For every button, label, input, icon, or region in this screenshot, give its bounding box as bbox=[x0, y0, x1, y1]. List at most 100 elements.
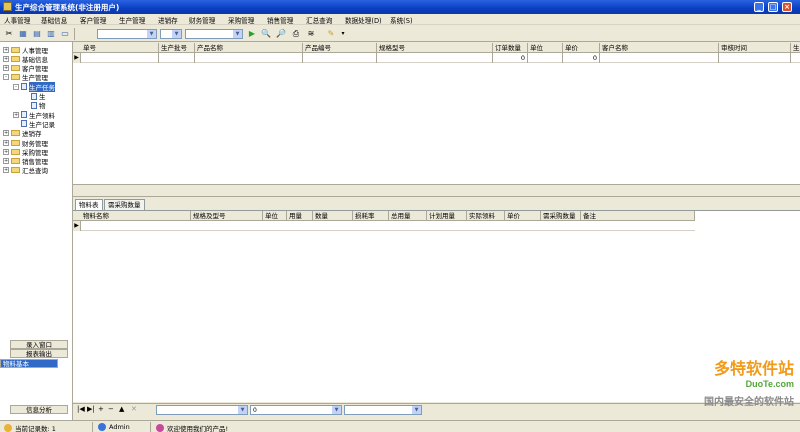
column-header[interactable]: 物料名称 bbox=[81, 211, 191, 221]
cancel-edit-button[interactable]: ✕ bbox=[131, 405, 137, 413]
table-cell[interactable]: 0 bbox=[493, 53, 528, 63]
tab-purchase-quantity[interactable]: 需采购数量 bbox=[104, 199, 145, 210]
menu-inventory[interactable]: 进销存 bbox=[158, 15, 178, 25]
table-cell[interactable] bbox=[600, 53, 719, 63]
toolbar-combo-1[interactable]: ▼ bbox=[97, 29, 157, 39]
column-header[interactable]: 备注 bbox=[581, 211, 695, 221]
menu-system[interactable]: 系统(S) bbox=[390, 15, 413, 25]
material-grid[interactable]: 物料名称 规格及型号 单位 用量 数量 损耗率 总用量 计划用量 实际领料 单价 需采购数量 备注 ▶ bbox=[73, 210, 800, 402]
menu-basic-info[interactable]: 基础信息 bbox=[41, 15, 67, 25]
column-header[interactable]: 客户名称 bbox=[600, 43, 719, 53]
table-cell[interactable]: 0 bbox=[563, 53, 600, 63]
expand-icon[interactable]: + bbox=[3, 158, 9, 165]
grid-icon[interactable]: ▦ bbox=[17, 28, 29, 39]
table-row[interactable]: ▶ bbox=[73, 221, 695, 231]
navigator-combo-3[interactable]: ▼ bbox=[344, 405, 422, 415]
menu-finance[interactable]: 财务管理 bbox=[189, 15, 215, 25]
column-header[interactable]: 实际领料 bbox=[467, 211, 505, 221]
column-header[interactable]: 产品编号 bbox=[303, 43, 377, 53]
last-record-button[interactable]: ▶| bbox=[87, 405, 95, 413]
report-output-button[interactable]: 报表输出 bbox=[10, 349, 68, 358]
tree-item[interactable]: 物 bbox=[23, 101, 46, 110]
print-icon[interactable]: ⎙ bbox=[290, 28, 302, 39]
tree-item[interactable]: + 采购管理 bbox=[3, 147, 48, 157]
post-record-button[interactable]: ▲ bbox=[119, 405, 124, 413]
add-record-button[interactable]: + bbox=[98, 405, 104, 413]
material-basics-button[interactable]: 物料基本 bbox=[0, 359, 58, 368]
column-header[interactable]: 计划用量 bbox=[427, 211, 467, 221]
maximize-button[interactable]: □ bbox=[768, 2, 778, 12]
column-header[interactable]: 数量 bbox=[313, 211, 353, 221]
column-header[interactable]: 单位 bbox=[263, 211, 287, 221]
tree-item[interactable]: - 生产任务 bbox=[13, 81, 55, 92]
column-header[interactable]: 生 bbox=[791, 43, 800, 53]
column-header[interactable]: 生产批号 bbox=[159, 43, 195, 53]
column-header[interactable]: 需采购数量 bbox=[541, 211, 581, 221]
table-cell[interactable] bbox=[195, 53, 303, 63]
list-icon[interactable]: ▤ bbox=[31, 28, 43, 39]
collapse-icon[interactable]: - bbox=[13, 83, 19, 90]
column-header[interactable]: 损耗率 bbox=[353, 211, 389, 221]
table-cell[interactable] bbox=[377, 53, 493, 63]
tree-item[interactable]: + 基础信息 bbox=[3, 54, 48, 64]
column-header[interactable]: 规格及型号 bbox=[191, 211, 263, 221]
column-header[interactable]: 单价 bbox=[505, 211, 541, 221]
column-header[interactable]: 单位 bbox=[528, 43, 563, 53]
entry-window-button[interactable]: 录入窗口 bbox=[10, 340, 68, 349]
column-header[interactable]: 单价 bbox=[563, 43, 600, 53]
table-cell[interactable] bbox=[791, 53, 800, 63]
pencil-icon[interactable]: ✎ bbox=[325, 28, 337, 39]
menu-production[interactable]: 生产管理 bbox=[119, 15, 145, 25]
tree-item[interactable]: + 生产领料 bbox=[13, 110, 55, 120]
expand-icon[interactable]: + bbox=[13, 111, 19, 118]
zoom-icon[interactable]: 🔎 bbox=[275, 28, 287, 39]
tree-item[interactable]: 生 bbox=[23, 92, 46, 101]
collapse-icon[interactable]: - bbox=[3, 74, 9, 81]
toolbar-combo-2[interactable]: ▼ bbox=[160, 29, 182, 39]
column-header[interactable]: 审核时间 bbox=[719, 43, 791, 53]
search-icon[interactable]: 🔍 bbox=[260, 28, 272, 39]
production-task-grid[interactable]: 单号 生产批号 产品名称 产品编号 规格型号 订单数量 单位 单价 客户名称 审核时间生 ▶ 0 0 bbox=[73, 43, 800, 184]
expand-icon[interactable]: + bbox=[3, 65, 9, 72]
tree-item[interactable]: 生产记录 bbox=[13, 119, 55, 129]
delete-record-button[interactable]: − bbox=[108, 405, 114, 413]
menu-personnel[interactable]: 人事管理 bbox=[4, 15, 30, 25]
navigator-combo-1[interactable]: ▼ bbox=[156, 405, 248, 415]
table-cell[interactable] bbox=[303, 53, 377, 63]
menu-sales[interactable]: 销售管理 bbox=[267, 15, 293, 25]
tab-material-list[interactable]: 物料表 bbox=[75, 199, 103, 210]
close-button[interactable]: × bbox=[782, 2, 792, 12]
tree-item[interactable]: + 财务管理 bbox=[3, 138, 48, 148]
first-record-button[interactable]: |◀ bbox=[77, 405, 85, 413]
navigator-combo-2[interactable]: 0 ▼ bbox=[250, 405, 342, 415]
menu-customers[interactable]: 客户管理 bbox=[80, 15, 106, 25]
tree-item[interactable]: + 客户管理 bbox=[3, 64, 48, 73]
expand-icon[interactable]: + bbox=[3, 130, 9, 137]
column-header[interactable]: 用量 bbox=[287, 211, 313, 221]
column-header[interactable]: 产品名称 bbox=[195, 43, 303, 53]
column-header[interactable]: 单号 bbox=[81, 43, 159, 53]
tree-item[interactable]: + 进销存 bbox=[3, 129, 42, 138]
expand-icon[interactable]: + bbox=[3, 46, 9, 53]
table-cell[interactable] bbox=[719, 53, 791, 63]
tree-item[interactable]: + 人事管理 bbox=[3, 45, 48, 55]
chevron-down-icon[interactable]: ▾ bbox=[337, 28, 349, 39]
table-row[interactable]: ▶ 0 0 bbox=[73, 53, 800, 63]
table-cell[interactable] bbox=[528, 53, 563, 63]
menu-summary-query[interactable]: 汇总查询 bbox=[306, 15, 332, 25]
expand-icon[interactable]: + bbox=[3, 139, 9, 146]
play-icon[interactable]: ▶ bbox=[246, 28, 258, 39]
column-header[interactable]: 订单数量 bbox=[493, 43, 528, 53]
toolbar-combo-3[interactable]: ▼ bbox=[185, 29, 243, 39]
minimize-button[interactable]: _ bbox=[754, 2, 764, 12]
table-cell[interactable] bbox=[81, 53, 159, 63]
tree-item[interactable]: + 销售管理 bbox=[3, 157, 48, 166]
table-cell[interactable] bbox=[159, 53, 195, 63]
expand-icon[interactable]: + bbox=[3, 55, 9, 62]
menu-purchasing[interactable]: 采购管理 bbox=[228, 15, 254, 25]
tree-item[interactable]: - 生产管理 bbox=[3, 73, 48, 82]
expand-icon[interactable]: + bbox=[3, 167, 9, 174]
chart-icon[interactable]: ▥ bbox=[45, 28, 57, 39]
scissors-icon[interactable]: ✂ bbox=[3, 28, 15, 39]
splitter[interactable] bbox=[73, 184, 800, 197]
